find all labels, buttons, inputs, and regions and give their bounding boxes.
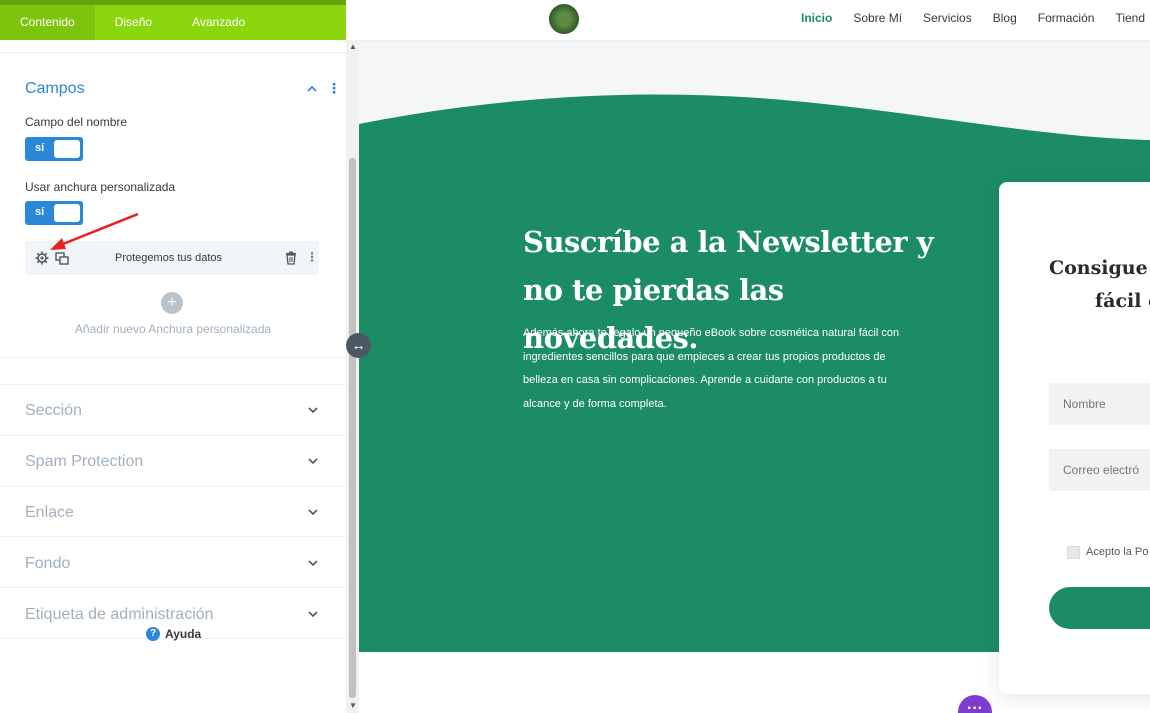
field-item-row[interactable]: Protegemos tus datos ⋮ xyxy=(25,241,319,275)
chevron-down-icon[interactable] xyxy=(307,557,319,569)
signup-form-card: Consigue fácil c Acepto la Po xyxy=(999,182,1150,694)
description-line: belleza en casa sin complicaciones. Apre… xyxy=(523,374,887,386)
divider xyxy=(0,587,346,588)
name-field-label: Campo del nombre xyxy=(25,115,128,129)
help-label: Ayuda xyxy=(165,627,202,641)
duplicate-icon[interactable] xyxy=(55,251,69,265)
custom-width-toggle[interactable]: sí xyxy=(25,201,83,225)
panel-tabs: Contenido Diseño Avanzado xyxy=(0,0,346,40)
scroll-down-arrow-icon[interactable]: ▼ xyxy=(349,701,357,710)
description-line: Además ahora te regalo un pequeño eBook … xyxy=(523,327,900,339)
chevron-up-icon[interactable] xyxy=(305,82,319,96)
campos-section-title[interactable]: Campos xyxy=(25,80,85,98)
chevron-down-icon[interactable] xyxy=(307,506,319,518)
trash-icon[interactable] xyxy=(285,251,297,265)
panel-scrollbar[interactable]: ▲ ▼ xyxy=(346,40,359,713)
form-title: Consigue fácil c xyxy=(1049,252,1150,318)
accordion-enlace[interactable]: Enlace xyxy=(25,504,74,522)
toggle-knob xyxy=(54,204,80,222)
help-icon: ? xyxy=(146,627,160,641)
accordion-etiqueta-administracion[interactable]: Etiqueta de administración xyxy=(25,606,214,624)
divider xyxy=(0,384,346,385)
nav-item-blog[interactable]: Blog xyxy=(993,11,1017,25)
name-input[interactable] xyxy=(1049,383,1150,425)
divider xyxy=(0,52,346,53)
consent-checkbox[interactable] xyxy=(1067,546,1080,559)
email-input[interactable] xyxy=(1049,449,1150,491)
chevron-down-icon[interactable] xyxy=(307,404,319,416)
more-options-icon[interactable]: ⋮ xyxy=(306,250,318,264)
nav-item-servicios[interactable]: Servicios xyxy=(923,11,972,25)
scroll-up-arrow-icon[interactable]: ▲ xyxy=(349,42,357,51)
nav-item-tienda[interactable]: Tiend xyxy=(1115,11,1145,25)
chevron-down-icon[interactable] xyxy=(307,608,319,620)
floating-menu-button[interactable]: ··· xyxy=(958,695,992,713)
site-logo[interactable] xyxy=(549,4,579,34)
tab-contenido[interactable]: Contenido xyxy=(0,5,95,40)
settings-panel: Contenido Diseño Avanzado Campos ⋮ Campo… xyxy=(0,0,346,713)
field-item-label: Protegemos tus datos xyxy=(115,252,223,264)
divider xyxy=(0,536,346,537)
tab-avanzado[interactable]: Avanzado xyxy=(172,5,265,40)
form-title-line: Consigue xyxy=(1049,257,1148,279)
chevron-down-icon[interactable] xyxy=(307,455,319,467)
description-line: ingredientes sencillos para que empieces… xyxy=(523,350,886,363)
accordion-spam-protection[interactable]: Spam Protection xyxy=(25,453,143,471)
main-nav: Inicio Sobre Mí Servicios Blog Formación… xyxy=(801,11,1145,25)
form-title-line: fácil c xyxy=(1095,290,1150,312)
nav-item-formacion[interactable]: Formación xyxy=(1038,11,1095,25)
resize-handle-icon[interactable]: ↔ xyxy=(346,333,371,358)
divider xyxy=(0,357,346,358)
submit-button[interactable] xyxy=(1049,587,1150,629)
consent-label: Acepto la Po xyxy=(1086,546,1149,558)
page-preview: Inicio Sobre Mí Servicios Blog Formación… xyxy=(359,0,1150,713)
scrollbar-thumb[interactable] xyxy=(349,158,356,698)
tab-diseno[interactable]: Diseño xyxy=(95,5,172,40)
newsletter-description: Además ahora te regalo un pequeño eBook … xyxy=(523,322,953,416)
gear-icon[interactable] xyxy=(35,251,49,265)
toggle-knob xyxy=(54,140,80,158)
toggle-label: sí xyxy=(35,206,45,218)
headline-line: Suscríbe a la Newsletter y xyxy=(523,225,934,259)
help-link[interactable]: ? Ayuda xyxy=(146,627,201,641)
description-line: alcance y de forma completa. xyxy=(523,397,667,410)
accordion-seccion[interactable]: Sección xyxy=(25,402,82,420)
divider xyxy=(0,486,346,487)
nav-item-inicio[interactable]: Inicio xyxy=(801,11,832,25)
custom-width-label: Usar anchura personalizada xyxy=(25,180,176,194)
accordion-fondo[interactable]: Fondo xyxy=(25,555,70,573)
add-item-label[interactable]: Añadir nuevo Anchura personalizada xyxy=(0,322,346,336)
nav-item-sobre-mi[interactable]: Sobre Mí xyxy=(853,11,902,25)
more-options-icon[interactable]: ⋮ xyxy=(327,81,341,95)
divider xyxy=(0,435,346,436)
name-field-toggle[interactable]: sí xyxy=(25,137,83,161)
panel-content: Campos ⋮ Campo del nombre sí Usar anchur… xyxy=(0,40,346,713)
toggle-label: sí xyxy=(35,142,45,154)
site-header: Inicio Sobre Mí Servicios Blog Formación… xyxy=(359,0,1150,40)
add-item-button[interactable]: + xyxy=(161,292,183,314)
